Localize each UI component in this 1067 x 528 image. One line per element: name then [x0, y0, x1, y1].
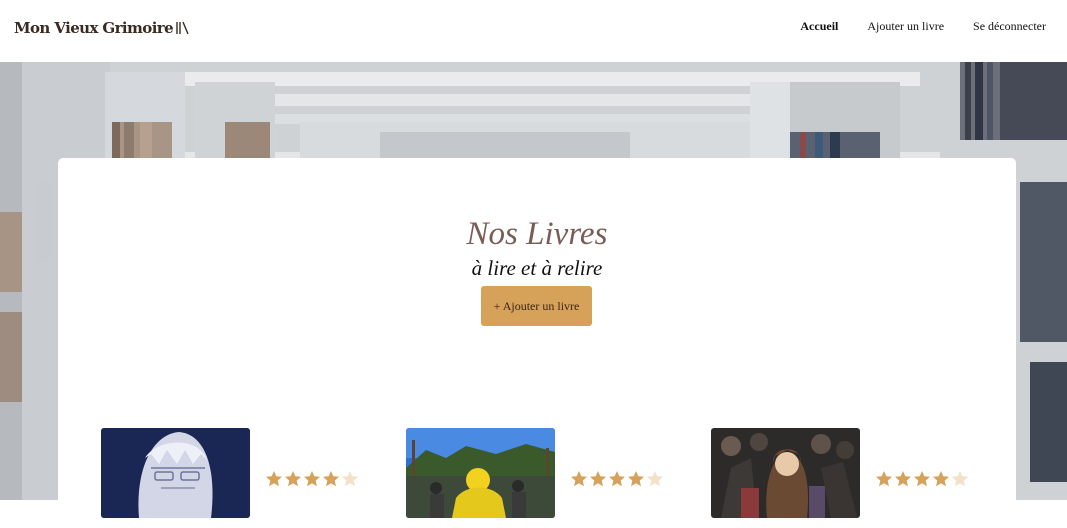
- logo[interactable]: Mon Vieux Grimoire: [14, 19, 191, 37]
- star-icon: [590, 471, 606, 487]
- nav-ajouter-livre[interactable]: Ajouter un livre: [867, 19, 944, 34]
- book-cover[interactable]: [711, 428, 860, 518]
- books-panel: Nos Livres à lire et à relire + Ajouter …: [58, 158, 1016, 518]
- logo-text: Mon Vieux Grimoire: [14, 19, 174, 37]
- nav-accueil[interactable]: Accueil: [800, 19, 838, 34]
- book-cover[interactable]: [406, 428, 555, 518]
- star-icon: [342, 471, 358, 487]
- rating-stars: [570, 470, 664, 488]
- star-icon: [571, 471, 587, 487]
- star-icon: [952, 471, 968, 487]
- rating-stars: [875, 470, 969, 488]
- star-icon: [895, 471, 911, 487]
- star-icon: [647, 471, 663, 487]
- books-icon: [176, 21, 189, 35]
- star-icon: [285, 471, 301, 487]
- add-book-button[interactable]: + Ajouter un livre: [481, 286, 592, 326]
- star-icon: [304, 471, 320, 487]
- star-icon: [323, 471, 339, 487]
- book-card[interactable]: [711, 428, 971, 528]
- star-icon: [876, 471, 892, 487]
- book-cover[interactable]: [101, 428, 250, 518]
- book-card[interactable]: [406, 428, 666, 528]
- star-icon: [628, 471, 644, 487]
- star-icon: [914, 471, 930, 487]
- star-icon: [266, 471, 282, 487]
- page-subtitle: à lire et à relire: [471, 256, 603, 280]
- page-title: Nos Livres: [466, 216, 608, 252]
- rating-stars: [265, 470, 359, 488]
- main-nav: Accueil Ajouter un livre Se déconnecter: [800, 19, 1046, 34]
- star-icon: [933, 471, 949, 487]
- book-card[interactable]: [101, 428, 361, 528]
- nav-se-deconnecter[interactable]: Se déconnecter: [973, 19, 1046, 34]
- star-icon: [609, 471, 625, 487]
- header: Mon Vieux Grimoire Accueil Ajouter un li…: [0, 0, 1067, 62]
